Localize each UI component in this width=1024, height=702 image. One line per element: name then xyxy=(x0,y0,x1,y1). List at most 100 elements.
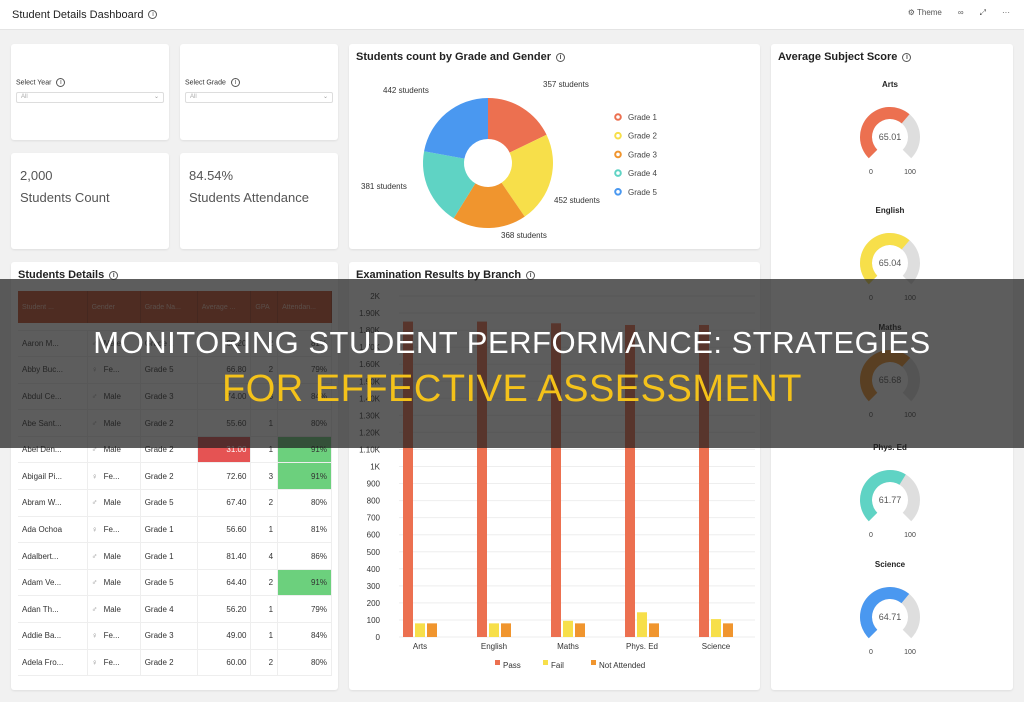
average-score-cell: 67.40 xyxy=(197,489,252,517)
table-row[interactable]: Adan Th... ♂ Male Grade 4 56.20 1 79% xyxy=(18,595,332,624)
gpa-cell: 1 xyxy=(250,516,279,544)
student-name-cell: Abram W... xyxy=(18,489,88,517)
legend-label: Grade 2 xyxy=(628,132,657,141)
attendance-cell: 80% xyxy=(277,489,332,517)
gpa-cell: 4 xyxy=(250,542,279,570)
info-icon[interactable]: i xyxy=(148,10,158,19)
legend-marker xyxy=(614,131,622,140)
table-row[interactable]: Abram W... ♂ Male Grade 5 67.40 2 80% xyxy=(18,489,332,517)
attendance-card: 84.54% Students Attendance xyxy=(180,153,338,249)
attendance-value: 84.54% xyxy=(189,168,234,183)
theme-button[interactable]: ⚙ Theme xyxy=(908,8,942,18)
slice-label: 368 students xyxy=(501,231,547,240)
y-tick-label: 100 xyxy=(367,616,381,625)
y-tick-label: 800 xyxy=(367,497,381,506)
year-select-value: All xyxy=(21,94,28,100)
average-score-cell: 72.60 xyxy=(197,462,252,491)
attendance-cell: 84% xyxy=(277,622,332,650)
gender-label: Fe... xyxy=(103,524,120,534)
y-tick-label: 600 xyxy=(367,531,381,540)
page-title: Student Details Dashboard xyxy=(12,8,144,21)
chevron-down-icon: ⌄ xyxy=(322,94,328,100)
male-icon: ♂ xyxy=(91,551,98,561)
gpa-cell: 1 xyxy=(250,595,279,624)
table-row[interactable]: Adalbert... ♂ Male Grade 1 81.40 4 86% xyxy=(18,542,332,570)
bar-fail xyxy=(711,619,721,637)
gender-cell: ♀ Fe... xyxy=(87,649,141,677)
bar-not-attended xyxy=(427,623,437,637)
y-tick-label: 1K xyxy=(370,463,380,472)
share-icon[interactable]: ∞ xyxy=(958,8,964,18)
more-icon[interactable]: ··· xyxy=(1002,8,1010,18)
table-row[interactable]: Abigail Pi... ♀ Fe... Grade 2 72.60 3 91% xyxy=(18,462,332,491)
bar-fail xyxy=(563,620,573,637)
y-tick-label: 0 xyxy=(376,633,381,642)
gender-label: Fe... xyxy=(103,657,120,667)
average-score-cell: 56.60 xyxy=(197,516,252,544)
bar-fail xyxy=(637,612,647,637)
grade-filter-label: Select Grade xyxy=(185,79,226,87)
attendance-label: Students Attendance xyxy=(189,190,309,205)
attendance-cell: 86% xyxy=(277,542,332,570)
grade-cell: Grade 2 xyxy=(140,649,198,677)
legend-marker xyxy=(543,660,548,665)
table-row[interactable]: Adam Ve... ♂ Male Grade 5 64.40 2 91% xyxy=(18,569,332,597)
y-tick-label: 300 xyxy=(367,582,381,591)
legend-label: Pass xyxy=(503,661,521,670)
table-row[interactable]: Adela Fro... ♀ Fe... Grade 2 60.00 2 80% xyxy=(18,649,332,677)
bar-fail xyxy=(489,623,499,637)
x-tick-label: Arts xyxy=(413,642,427,651)
legend-label: Grade 1 xyxy=(628,113,657,122)
year-select[interactable]: All ⌄ xyxy=(16,92,164,103)
table-row[interactable]: Ada Ochoa ♀ Fe... Grade 1 56.60 1 81% xyxy=(18,516,332,544)
table-row[interactable]: Addie Ba... ♀ Fe... Grade 3 49.00 1 84% xyxy=(18,622,332,650)
female-icon: ♀ xyxy=(91,631,98,641)
grade-select[interactable]: All ⌄ xyxy=(185,92,333,103)
x-tick-label: English xyxy=(481,642,507,651)
average-score-cell: 56.20 xyxy=(197,595,252,624)
x-tick-label: Science xyxy=(702,642,731,651)
grade-cell: Grade 1 xyxy=(140,516,198,544)
gauge-title: Arts xyxy=(882,80,899,89)
gpa-cell: 2 xyxy=(250,569,279,597)
gpa-cell: 1 xyxy=(250,622,279,650)
gender-label: Fe... xyxy=(103,631,120,641)
gauge-max: 100 xyxy=(904,169,916,176)
female-icon: ♀ xyxy=(91,471,98,481)
chevron-down-icon: ⌄ xyxy=(153,94,159,100)
gender-cell: ♀ Fe... xyxy=(87,516,141,544)
grade-cell: Grade 2 xyxy=(140,462,198,491)
legend-label: Grade 5 xyxy=(628,188,657,197)
gauge-title: Science xyxy=(875,560,906,569)
slice-label: 381 students xyxy=(361,182,407,191)
student-name-cell: Adan Th... xyxy=(18,595,88,624)
bar-not-attended xyxy=(501,623,511,637)
average-score-cell: 64.40 xyxy=(197,569,252,597)
student-name-cell: Adela Fro... xyxy=(18,649,88,677)
app-header: Student Details Dashboard i ⚙ Theme ∞ ⤢ ·… xyxy=(0,0,1024,30)
grade-cell: Grade 5 xyxy=(140,489,198,517)
attendance-cell: 81% xyxy=(277,516,332,544)
attendance-cell: 80% xyxy=(277,649,332,677)
attendance-cell: 91% xyxy=(277,569,332,597)
y-tick-label: 500 xyxy=(367,548,381,557)
y-tick-label: 200 xyxy=(367,599,381,608)
slice-label: 357 students xyxy=(543,80,589,89)
gender-label: Male xyxy=(103,604,121,614)
average-score-cell: 60.00 xyxy=(197,649,252,677)
legend-marker xyxy=(614,169,622,177)
student-name-cell: Ada Ochoa xyxy=(18,516,88,544)
gender-label: Male xyxy=(103,578,121,588)
gender-label: Male xyxy=(103,498,121,508)
male-icon: ♂ xyxy=(91,578,98,588)
grade-cell: Grade 1 xyxy=(140,542,198,570)
gender-label: Male xyxy=(103,551,121,561)
year-filter-card: Select Year i All ⌄ xyxy=(11,44,169,140)
expand-icon[interactable]: ⤢ xyxy=(980,8,986,18)
legend-marker xyxy=(495,660,500,665)
bar-fail xyxy=(415,623,425,637)
gender-label: Fe... xyxy=(103,471,120,481)
slice-label: 442 students xyxy=(383,86,429,95)
gauge-value: 61.77 xyxy=(879,495,902,505)
gauge-value: 65.01 xyxy=(879,132,902,142)
